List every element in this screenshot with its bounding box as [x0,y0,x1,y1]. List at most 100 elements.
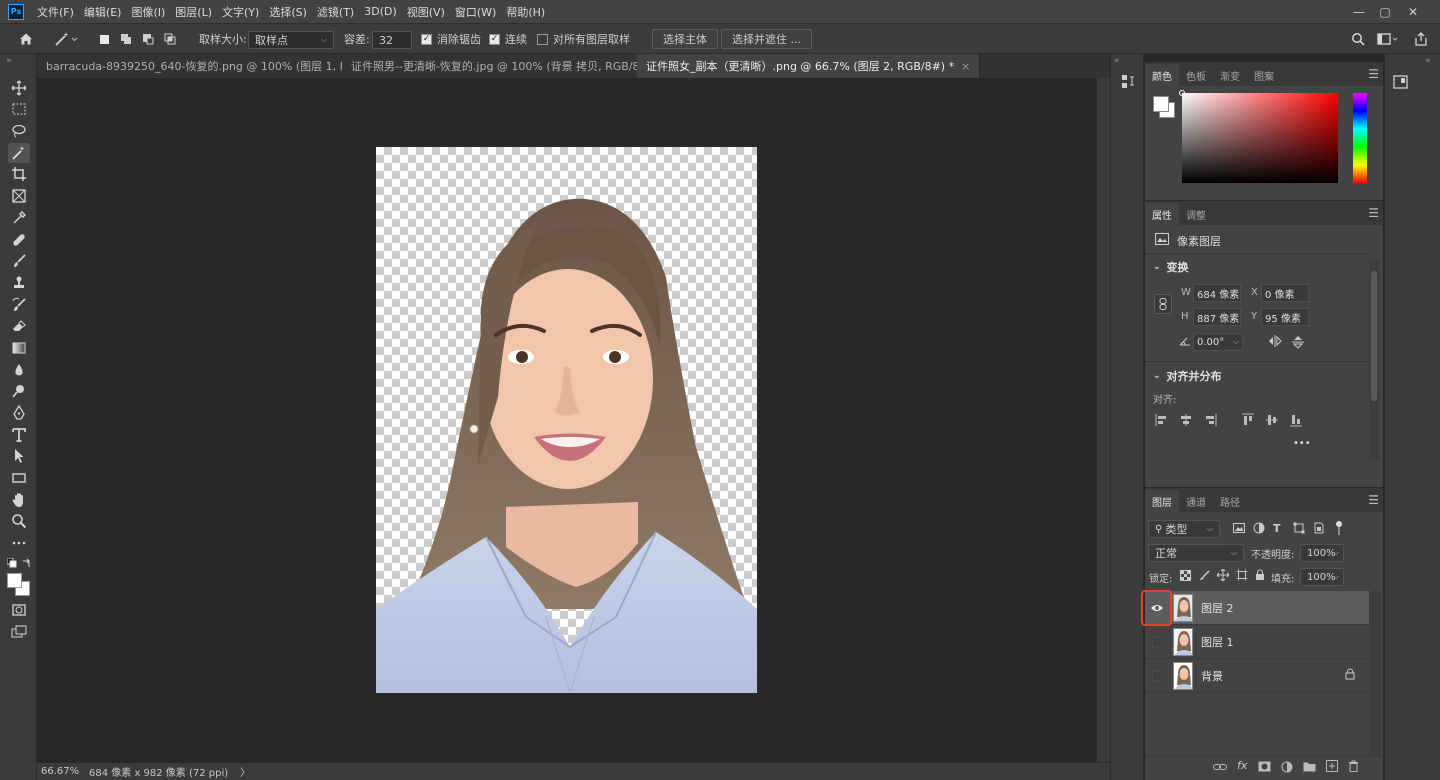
align-left-icon[interactable] [1155,413,1169,430]
collapse-icon[interactable]: « [1425,56,1431,66]
add-to-selection-icon[interactable] [119,29,133,49]
lock-all-icon[interactable] [1255,569,1265,584]
path-selection-icon[interactable] [8,446,30,466]
contiguous-checkbox[interactable]: ✓ 连续 [489,29,527,49]
panel-menu-icon[interactable]: ☰ [1368,67,1379,81]
link-icon[interactable] [1154,294,1172,314]
menu-type[interactable]: 文字(Y) [217,4,264,20]
frame-icon[interactable] [8,186,30,206]
magic-wand-icon[interactable] [8,143,30,163]
libraries-panel-icon[interactable] [1393,74,1409,93]
share-icon[interactable] [1414,29,1428,49]
width-input[interactable]: 684 像素 [1193,284,1241,302]
filter-pixel-icon[interactable] [1233,522,1245,537]
menu-layer[interactable]: 图层(L) [170,4,217,20]
layer-row[interactable]: 图层 1 [1145,625,1369,659]
menu-select[interactable]: 选择(S) [264,4,312,20]
rectangular-marquee-icon[interactable] [8,99,30,119]
select-subject-button[interactable]: 选择主体 [652,29,718,49]
align-top-icon[interactable] [1241,413,1255,430]
search-icon[interactable] [1351,29,1365,49]
select-and-mask-button[interactable]: 选择并遮住 ... [721,29,812,49]
align-right-icon[interactable] [1203,413,1217,430]
lock-position-icon[interactable] [1216,568,1230,584]
history-brush-icon[interactable] [8,295,30,315]
align-section-header[interactable]: ⌄ 对齐并分布 [1153,368,1222,384]
tab-adjustments[interactable]: 调整 [1179,203,1213,225]
color-picker-field[interactable] [1179,90,1338,183]
collapse-icon[interactable]: » [6,56,12,66]
foreground-color-swatch[interactable] [1153,96,1169,112]
lock-transparent-icon[interactable] [1180,570,1191,584]
layer-filter-select[interactable]: ⚲ 类型 ⌵ [1148,520,1220,538]
transform-section-header[interactable]: ⌄ 变换 [1153,259,1189,275]
tolerance-input[interactable]: 32 [372,30,412,50]
tab-channels[interactable]: 通道 [1179,490,1213,512]
filter-shape-icon[interactable] [1293,522,1305,537]
panel-menu-icon[interactable]: ☰ [1368,206,1379,220]
sample-all-layers-checkbox[interactable]: 对所有图层取样 [537,29,630,49]
move-tool-icon[interactable] [8,78,30,98]
gradient-icon[interactable] [8,338,30,358]
layer-name[interactable]: 图层 1 [1201,634,1234,650]
hue-slider[interactable] [1353,93,1367,183]
menu-window[interactable]: 窗口(W) [450,4,501,20]
link-layers-icon[interactable] [1213,761,1227,776]
workspace-icon[interactable] [1377,29,1399,49]
angle-input[interactable]: 0.00° ⌵ [1193,333,1243,351]
layer-visibility-toggle[interactable] [1145,625,1169,659]
zoom-level[interactable]: 66.67% [41,766,85,777]
sample-size-select[interactable]: 取样点 ⌵ [248,30,334,50]
align-center-icon[interactable] [1179,413,1193,430]
pen-icon[interactable] [8,403,30,423]
eyedropper-icon[interactable] [8,208,30,228]
x-input[interactable]: 0 像素 [1261,284,1309,302]
new-layer-icon[interactable] [1326,760,1338,775]
lasso-icon[interactable] [8,121,30,141]
y-input[interactable]: 95 像素 [1261,308,1309,326]
new-group-icon[interactable] [1303,761,1316,775]
default-colors-icon[interactable] [6,557,17,571]
menu-edit[interactable]: 编辑(E) [79,4,127,20]
layers-scrollbar[interactable] [1369,591,1381,757]
menu-3d[interactable]: 3D(D) [359,5,402,18]
menu-filter[interactable]: 滤镜(T) [312,4,359,20]
intersect-selection-icon[interactable] [163,29,177,49]
home-icon[interactable] [18,29,34,49]
type-tool-icon[interactable] [8,425,30,445]
quick-mask-icon[interactable] [8,600,30,620]
subtract-from-selection-icon[interactable] [141,29,155,49]
crop-icon[interactable] [8,164,30,184]
lock-artboard-icon[interactable] [1236,569,1248,584]
healing-brush-icon[interactable] [8,230,30,250]
tab-color[interactable]: 颜色 [1145,64,1179,86]
tab-properties[interactable]: 属性 [1145,203,1179,225]
zoom-tool-icon[interactable] [8,511,30,531]
flip-vertical-icon[interactable] [1292,335,1304,352]
clone-stamp-icon[interactable] [8,273,30,293]
document-canvas[interactable] [376,147,757,693]
panel-menu-icon[interactable]: ☰ [1368,493,1379,507]
swap-colors-icon[interactable] [22,558,32,571]
brush-icon[interactable] [8,251,30,271]
layer-name[interactable]: 背景 [1201,668,1223,684]
align-bottom-icon[interactable] [1289,413,1303,430]
collapse-icon[interactable]: « [1114,56,1120,66]
blur-icon[interactable] [8,360,30,380]
menu-file[interactable]: 文件(F) [32,4,79,20]
menu-view[interactable]: 视图(V) [402,4,450,20]
align-middle-icon[interactable] [1265,413,1279,430]
tab-layers[interactable]: 图层 [1145,490,1179,512]
screen-mode-icon[interactable] [8,622,30,642]
blend-mode-select[interactable]: 正常 ⌵ [1148,544,1244,562]
layer-row[interactable]: 图层 2 [1145,591,1369,625]
tab-patterns[interactable]: 图案 [1247,64,1281,86]
fx-icon[interactable]: fx [1237,759,1247,772]
new-adjustment-icon[interactable] [1281,761,1293,776]
tab-swatches[interactable]: 色板 [1179,64,1213,86]
foreground-color-swatch[interactable] [7,573,22,588]
maximize-icon[interactable]: ▢ [1372,0,1398,24]
status-menu-arrow-icon[interactable]: 〉 [240,764,250,779]
more-options-icon[interactable]: ••• [1293,438,1311,449]
close-icon[interactable]: × [961,60,970,73]
